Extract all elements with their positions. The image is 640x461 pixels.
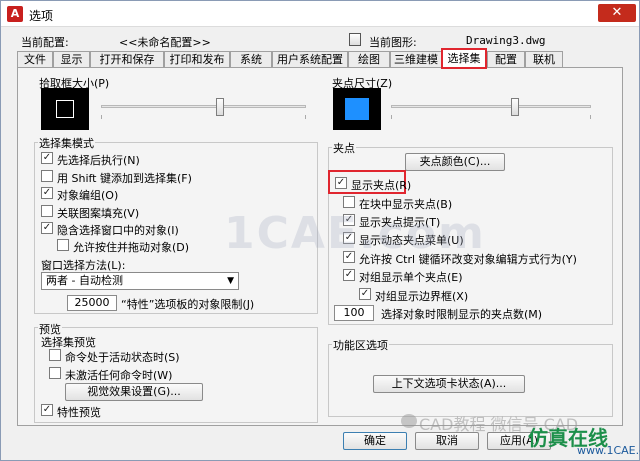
checkbox-press-drag[interactable]	[57, 239, 69, 251]
checkbox-noun-verb[interactable]: ✓	[41, 152, 53, 164]
current-drawing-label: 当前图形:	[369, 36, 417, 49]
checkbox-object-grouping[interactable]: ✓	[41, 187, 53, 199]
label-associative-hatch: 关联图案填充(V)	[57, 207, 140, 220]
grip-size-slider-thumb[interactable]	[511, 98, 519, 116]
properties-limit-label: “特性”选项板的对象限制(J)	[121, 298, 255, 311]
checkbox-properties-preview[interactable]: ✓	[41, 404, 53, 416]
label-object-grouping: 对象编组(O)	[57, 189, 119, 202]
current-profile-value: <<未命名配置>>	[119, 36, 211, 49]
grip-size-slider-ticks	[391, 115, 591, 119]
label-implied-windowing: 隐含选择窗口中的对象(I)	[57, 224, 179, 237]
pickbox-slider-track[interactable]	[101, 105, 306, 108]
label-show-grips: 显示夹点(R)	[351, 179, 412, 192]
ribbon-options-title: 功能区选项	[332, 337, 389, 353]
close-button[interactable]: ✕	[598, 4, 636, 22]
current-drawing-value: Drawing3.dwg	[466, 34, 546, 47]
watermark-site-url: www.1CAE.com	[577, 444, 640, 457]
tab-selection[interactable]: 选择集	[441, 48, 487, 69]
label-properties-preview: 特性预览	[57, 406, 101, 419]
grip-limit-input[interactable]: 100	[334, 305, 374, 321]
checkbox-single-grip-groups[interactable]: ✓	[343, 269, 355, 281]
window-method-dropdown[interactable]: 两者 - 自动检测 ▼	[41, 272, 239, 290]
label-preview-command-active: 命令处于活动状态时(S)	[65, 351, 180, 364]
options-dialog: A 选项 ✕ 当前配置: <<未命名配置>> 当前图形: Drawing3.dw…	[0, 0, 640, 461]
current-profile-label: 当前配置:	[21, 36, 69, 49]
selection-preview-subtitle: 选择集预览	[41, 336, 96, 349]
pickbox-slider-thumb[interactable]	[215, 98, 224, 116]
label-single-grip-groups: 对组显示单个夹点(E)	[359, 271, 463, 284]
watermark-1cae: 1CAE.com	[224, 208, 486, 259]
grip-limit-label: 选择对象时限制显示的夹点数(M)	[381, 308, 543, 321]
checkbox-show-grips[interactable]: ✓	[335, 177, 347, 189]
properties-limit-input[interactable]: 25000	[67, 295, 117, 311]
visual-effects-button[interactable]: 视觉效果设置(G)...	[65, 383, 203, 401]
checkbox-implied-windowing[interactable]: ✓	[41, 222, 53, 234]
grips-title: 夹点	[332, 140, 356, 156]
pickbox-slider-ticks	[101, 115, 306, 119]
label-preview-no-command: 未激活任何命令时(W)	[65, 369, 173, 382]
tab-display[interactable]: 显示	[53, 51, 90, 68]
grip-size-slider-track[interactable]	[391, 105, 591, 108]
tab-user-preferences[interactable]: 用户系统配置	[272, 51, 348, 68]
tab-system[interactable]: 系统	[230, 51, 272, 68]
tab-files[interactable]: 文件	[17, 51, 53, 68]
tab-open-save[interactable]: 打开和保存	[90, 51, 164, 68]
checkbox-associative-hatch[interactable]	[41, 205, 53, 217]
grip-colors-button[interactable]: 夹点颜色(C)...	[405, 153, 505, 171]
wechat-icon	[401, 414, 417, 428]
window-method-label: 窗口选择方法(L):	[41, 259, 126, 272]
drawing-file-icon	[349, 33, 361, 46]
label-shift-add: 用 Shift 键添加到选择集(F)	[57, 172, 192, 185]
selection-modes-title: 选择集模式	[38, 135, 95, 151]
label-group-bounding-box: 对组显示边界框(X)	[375, 290, 469, 303]
checkbox-preview-command-active[interactable]	[49, 349, 61, 361]
tab-3d-modeling[interactable]: 三维建模	[390, 51, 442, 68]
contextual-tab-states-button[interactable]: 上下文选项卡状态(A)...	[373, 375, 525, 393]
tab-drafting[interactable]: 绘图	[348, 51, 390, 68]
ok-button[interactable]: 确定	[343, 432, 407, 450]
checkbox-grips-in-blocks[interactable]	[343, 196, 355, 208]
checkbox-group-bounding-box[interactable]: ✓	[359, 288, 371, 300]
window-method-value: 两者 - 自动检测	[46, 274, 123, 287]
checkbox-preview-no-command[interactable]	[49, 367, 61, 379]
label-noun-verb: 先选择后执行(N)	[57, 154, 140, 167]
label-press-drag: 允许按住并拖动对象(D)	[73, 241, 190, 254]
grip-square-icon	[345, 98, 369, 120]
tab-online[interactable]: 联机	[525, 51, 563, 68]
tab-plot-publish[interactable]: 打印和发布	[164, 51, 230, 68]
autocad-a-icon: A	[7, 6, 23, 22]
pickbox-square-icon	[56, 100, 74, 118]
tab-profiles[interactable]: 配置	[487, 51, 525, 68]
pickbox-preview	[41, 88, 89, 130]
title-bar[interactable]: A 选项 ✕	[1, 1, 639, 27]
chevron-down-icon: ▼	[227, 276, 234, 286]
grip-size-preview	[333, 88, 381, 130]
checkbox-shift-add[interactable]	[41, 170, 53, 182]
window-title: 选项	[29, 9, 54, 23]
